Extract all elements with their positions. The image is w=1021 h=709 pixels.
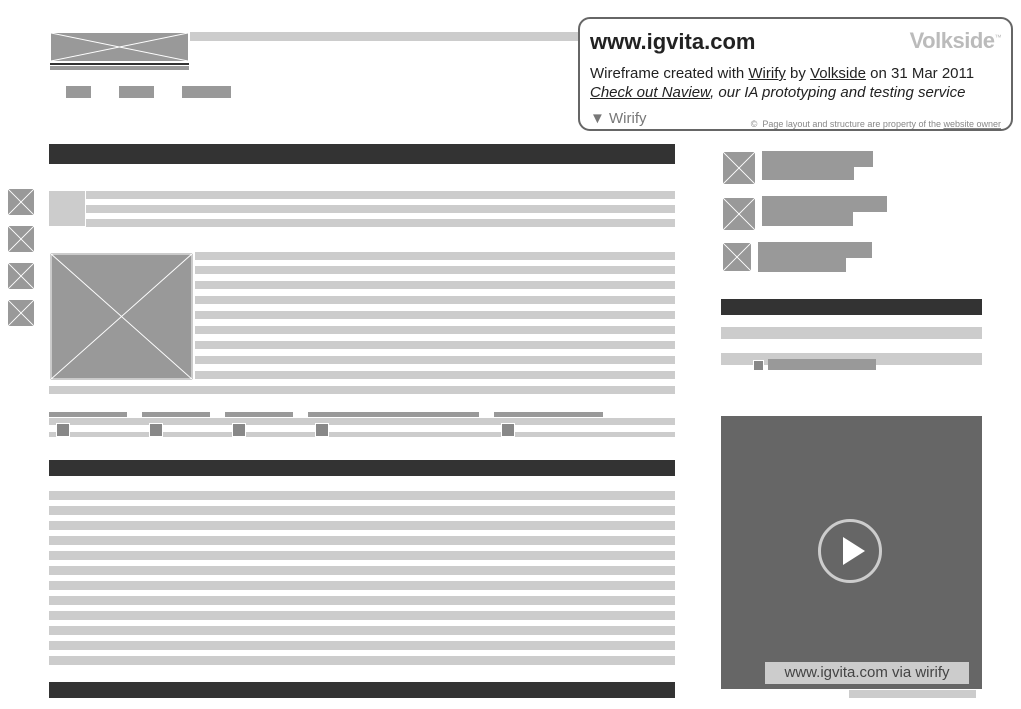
logo-underline [50, 63, 189, 65]
article-line [195, 252, 675, 260]
section-bar[interactable] [49, 460, 675, 476]
sidebar-title-2b [762, 212, 853, 226]
tag-label [142, 412, 210, 417]
credit-date: on 31 Mar 2011 [865, 65, 975, 82]
credit-by: by [785, 65, 811, 82]
article-line [195, 281, 675, 289]
site-title: www.igvita.com [590, 29, 756, 54]
play-button[interactable] [818, 519, 882, 583]
body-line [49, 611, 675, 620]
body-line [49, 626, 675, 635]
play-icon [843, 537, 865, 565]
header-bar [190, 32, 590, 41]
body-line [49, 641, 675, 650]
article-title-bar[interactable] [49, 144, 675, 164]
copyright-note: © Page layout and structure are property… [751, 119, 1001, 129]
credit-line: Wireframe created with Wirify by Volksid… [590, 65, 974, 82]
share-icon-2[interactable] [7, 225, 35, 253]
sidebar-title-3a[interactable] [758, 242, 872, 258]
sidebar-thumb-1[interactable] [722, 151, 756, 185]
tag-marker[interactable] [149, 423, 163, 437]
promo-text: , our IA prototyping and testing service [710, 84, 966, 101]
body-line [49, 551, 675, 560]
volkside-logo[interactable]: Volkside™ [909, 28, 1002, 54]
body-line [49, 596, 675, 605]
website-owner-link[interactable]: website owner [943, 119, 1001, 129]
video-player[interactable]: www.igvita.com via wirify [721, 416, 982, 689]
share-icon-1[interactable] [7, 188, 35, 216]
tag-marker[interactable] [315, 423, 329, 437]
brand-tm: ™ [994, 34, 1002, 42]
naview-link[interactable]: Check out Naview [590, 84, 710, 101]
article-line [195, 296, 675, 304]
body-line [49, 566, 675, 575]
wirify-overlay: www.igvita.com Volkside™ Wireframe creat… [578, 17, 1013, 131]
wirify-toggle[interactable]: ▼ Wirify [590, 110, 647, 127]
brand-text: Volkside [909, 28, 995, 53]
copyright-icon: © [750, 119, 758, 129]
article-line [195, 341, 675, 349]
post-meta-line-3 [86, 219, 675, 227]
article-line [195, 356, 675, 364]
article-image-placeholder [49, 252, 194, 381]
credit-prefix: Wireframe created with [590, 65, 749, 82]
tag-label [49, 412, 127, 417]
volkside-link[interactable]: Volkside [810, 65, 866, 82]
post-meta-line-1 [86, 191, 675, 199]
nav-item-3[interactable] [182, 86, 231, 98]
sidebar-title-3b [758, 258, 846, 272]
post-meta-block [49, 191, 85, 226]
footer-bar [49, 682, 675, 698]
sidebar-title-1b [762, 167, 854, 180]
tag-line [49, 418, 675, 425]
sidebar-line-1 [721, 327, 982, 339]
body-line [49, 506, 675, 515]
sidebar-section-bar [721, 299, 982, 315]
sidebar-link-marker[interactable] [753, 360, 764, 371]
post-meta-line-2 [86, 205, 675, 213]
body-line [49, 536, 675, 545]
sidebar-link[interactable] [768, 359, 876, 370]
article-line [195, 266, 675, 274]
body-line [49, 581, 675, 590]
share-icon-4[interactable] [7, 299, 35, 327]
sidebar-thumb-3[interactable] [722, 242, 752, 272]
nav-item-2[interactable] [119, 86, 154, 98]
video-caption-shadow [849, 690, 976, 698]
article-line [195, 311, 675, 319]
tag-label [225, 412, 293, 417]
article-line [49, 386, 675, 394]
nav-item-1[interactable] [66, 86, 91, 98]
tag-line [49, 432, 675, 437]
copyright-text: Page layout and structure are property o… [762, 119, 944, 129]
tag-marker[interactable] [232, 423, 246, 437]
sidebar-title-2a[interactable] [762, 196, 887, 212]
tag-marker[interactable] [501, 423, 515, 437]
article-line [195, 371, 675, 379]
sidebar-thumb-2[interactable] [722, 197, 756, 231]
tag-marker[interactable] [56, 423, 70, 437]
video-caption: www.igvita.com via wirify [765, 662, 969, 684]
body-line [49, 521, 675, 530]
article-line [195, 326, 675, 334]
tag-label [494, 412, 603, 417]
share-icon-3[interactable] [7, 262, 35, 290]
sidebar-title-1a[interactable] [762, 151, 873, 167]
body-line [49, 491, 675, 500]
logo-placeholder[interactable] [50, 32, 189, 62]
promo-line: Check out Naview, our IA prototyping and… [590, 84, 965, 101]
tag-label [308, 412, 479, 417]
body-line [49, 656, 675, 665]
wirify-link[interactable]: Wirify [748, 65, 786, 82]
logo-underline-light [50, 66, 189, 70]
